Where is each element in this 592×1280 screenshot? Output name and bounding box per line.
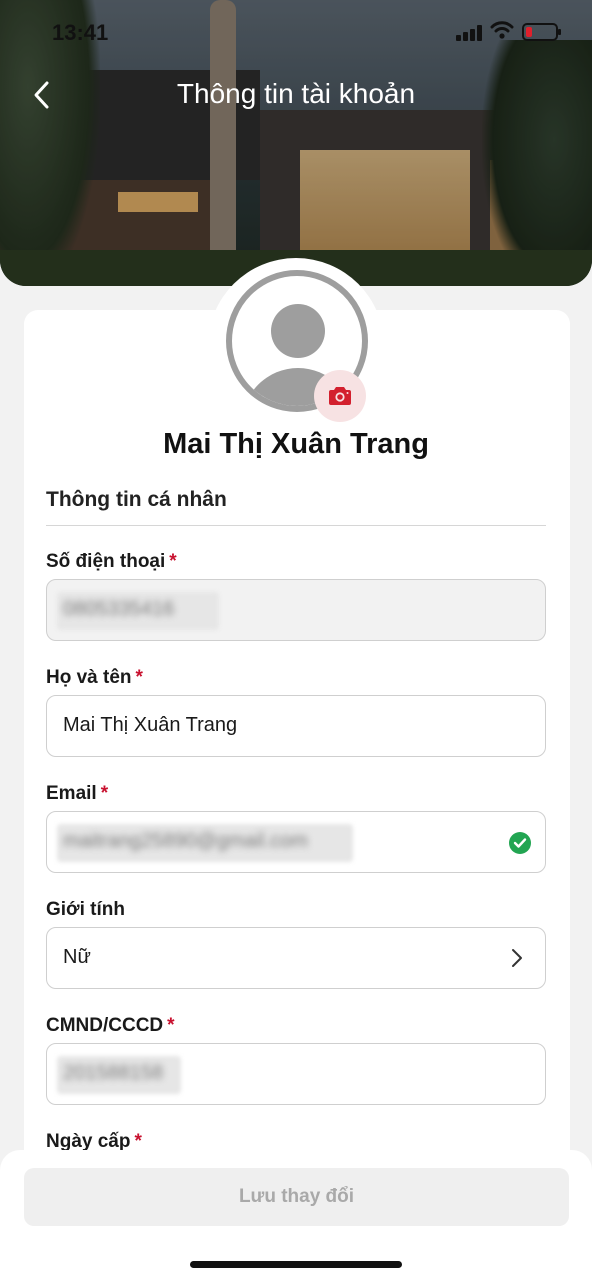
user-display-name: Mai Thị Xuân Trang — [163, 428, 429, 460]
camera-icon — [329, 387, 351, 405]
battery-level — [526, 27, 532, 37]
battery-icon — [522, 23, 561, 41]
section-title: Thông tin cá nhân — [46, 488, 227, 511]
gender-label-text: Giới tính — [46, 899, 125, 920]
id-card-label-text: CMND/CCCD — [46, 1015, 164, 1036]
change-avatar-button[interactable] — [314, 370, 366, 422]
check-circle-icon — [509, 832, 531, 854]
email-label: Email * — [46, 783, 108, 805]
phone-label: Số điện thoại * — [46, 551, 177, 573]
required-marker: * — [100, 783, 109, 804]
wifi-icon — [490, 20, 514, 46]
required-marker: * — [169, 551, 177, 572]
email-label-text: Email — [46, 783, 97, 804]
page-title: Thông tin tài khoản — [176, 78, 416, 109]
chevron-right-icon — [512, 949, 522, 967]
phone-value: 0805335416 — [63, 598, 175, 620]
gender-select[interactable]: Nữ — [46, 927, 546, 989]
full-name-value: Mai Thị Xuân Trang — [63, 714, 238, 736]
required-marker: * — [167, 1015, 175, 1036]
id-card-label: CMND/CCCD * — [46, 1015, 175, 1037]
phone-label-text: Số điện thoại — [46, 551, 166, 572]
required-marker: * — [134, 1131, 142, 1152]
save-changes-button[interactable]: Lưu thay đổi — [24, 1168, 569, 1226]
full-name-label: Họ và tên * — [46, 667, 143, 689]
gender-label: Giới tính — [46, 899, 125, 921]
id-card-field[interactable]: 201588158 — [46, 1043, 546, 1105]
status-bar: 13:41 — [0, 0, 592, 64]
section-divider — [46, 525, 546, 526]
full-name-field[interactable]: Mai Thị Xuân Trang — [46, 695, 546, 757]
home-indicator[interactable] — [190, 1261, 402, 1268]
gender-value: Nữ — [63, 946, 91, 968]
id-card-value: 201588158 — [63, 1062, 164, 1084]
required-marker: * — [135, 667, 143, 688]
issue-date-label-text: Ngày cấp — [46, 1131, 131, 1152]
cellular-signal-icon — [456, 25, 484, 41]
phone-field: 0805335416 — [46, 579, 546, 641]
email-field[interactable]: maitrang25890@gmail.com — [46, 811, 546, 873]
status-time: 13:41 — [52, 20, 109, 45]
email-value: maitrang25890@gmail.com — [63, 830, 308, 852]
full-name-label-text: Họ và tên — [46, 667, 132, 688]
avatar-placeholder-head — [271, 304, 325, 358]
